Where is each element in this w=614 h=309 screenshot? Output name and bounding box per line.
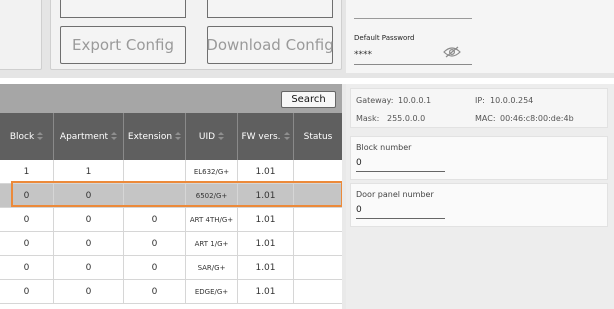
- cell-fw-version: 1.01: [238, 232, 294, 256]
- gateway-label: Gateway:: [356, 96, 394, 105]
- sort-icon[interactable]: [111, 132, 118, 141]
- column-header-label: Block: [9, 131, 35, 142]
- column-header-label: Status: [303, 131, 333, 142]
- ip-label: IP:: [475, 96, 485, 105]
- cell-apartment: 0: [54, 280, 124, 304]
- cell-extension: 0: [124, 280, 186, 304]
- mask-value: 255.0.0.0: [387, 114, 426, 123]
- cell-apartment: 0: [54, 184, 124, 208]
- cell-uid: ART 4TH/G+: [186, 208, 238, 232]
- previous-field-underline: [354, 18, 472, 19]
- cell-apartment: 0: [54, 232, 124, 256]
- sort-icon[interactable]: [37, 132, 44, 141]
- download-config-label: Download Config: [206, 36, 334, 54]
- cell-uid: EDGE/G+: [186, 280, 238, 304]
- table-row[interactable]: 0 0 0 SAR/G+ 1.01: [0, 256, 342, 280]
- search-button[interactable]: Search: [281, 91, 336, 108]
- cell-fw-version: 1.01: [238, 184, 294, 208]
- cell-status: [294, 160, 342, 184]
- cell-status: [294, 256, 342, 280]
- cell-apartment: 1: [54, 160, 124, 184]
- cell-status: [294, 280, 342, 304]
- search-label: Search: [291, 94, 326, 105]
- door-panel-number-underline: [356, 218, 445, 219]
- sort-icon[interactable]: [175, 132, 182, 141]
- network-info: Gateway: 10.0.0.1 IP: 10.0.0.254 Mask: 2…: [350, 88, 608, 128]
- mac-label: MAC:: [475, 114, 496, 123]
- block-number-input[interactable]: 0: [356, 158, 362, 168]
- table-row[interactable]: 0 0 0 EDGE/G+ 1.01: [0, 280, 342, 304]
- cell-status: [294, 208, 342, 232]
- export-config-label: Export Config: [72, 36, 174, 54]
- column-header-block[interactable]: Block: [0, 113, 54, 160]
- cell-fw-version: 1.01: [238, 256, 294, 280]
- cell-extension: 0: [124, 232, 186, 256]
- cell-extension: [124, 160, 186, 184]
- cell-apartment: 0: [54, 256, 124, 280]
- block-number-underline: [356, 171, 445, 172]
- eye-icon[interactable]: [443, 46, 461, 58]
- cell-block: 0: [0, 208, 54, 232]
- toolbar-button-partial[interactable]: [60, 0, 186, 18]
- cell-fw-version: 1.01: [238, 280, 294, 304]
- column-header-label: Extension: [127, 131, 173, 142]
- default-password-underline: [354, 64, 472, 65]
- table-body: 1 1 EL632/G+ 1.01 0 0 6502/G+ 1.01 0 0 0…: [0, 160, 342, 304]
- column-header-status[interactable]: Status: [294, 113, 342, 160]
- toolbar-cell-left: [0, 0, 42, 70]
- sort-icon[interactable]: [218, 132, 225, 141]
- block-number-field: Block number 0: [350, 136, 608, 180]
- door-panel-number-input[interactable]: 0: [356, 205, 362, 215]
- table-row-selected[interactable]: 0 0 6502/G+ 1.01: [0, 184, 342, 208]
- gateway-value: 10.0.0.1: [398, 96, 432, 105]
- table-row[interactable]: 1 1 EL632/G+ 1.01: [0, 160, 342, 184]
- cell-uid: ART 1/G+: [186, 232, 238, 256]
- table-header: Block Apartment Extension UID FW vers. S…: [0, 113, 342, 160]
- cell-uid: 6502/G+: [186, 184, 238, 208]
- column-header-label: UID: [198, 131, 216, 142]
- cell-apartment: 0: [54, 208, 124, 232]
- block-number-label: Block number: [356, 143, 412, 152]
- cell-block: 0: [0, 280, 54, 304]
- column-header-label: FW vers.: [241, 131, 281, 142]
- default-password-field[interactable]: ****: [354, 50, 372, 60]
- table-row[interactable]: 0 0 0 ART 1/G+ 1.01: [0, 232, 342, 256]
- download-config-button[interactable]: Download Config: [206, 26, 334, 64]
- page: Export Config Download Config Default Pa…: [0, 0, 614, 309]
- export-config-button[interactable]: Export Config: [60, 26, 186, 64]
- cell-block: 0: [0, 256, 54, 280]
- toolbar: Export Config Download Config Default Pa…: [0, 0, 614, 78]
- column-header-extension[interactable]: Extension: [124, 113, 186, 160]
- mac-value: 00:46:c8:00:de:4b: [500, 114, 574, 123]
- column-header-label: Apartment: [59, 131, 109, 142]
- cell-fw-version: 1.01: [238, 160, 294, 184]
- table-row[interactable]: 0 0 0 ART 4TH/G+ 1.01: [0, 208, 342, 232]
- cell-block: 0: [0, 232, 54, 256]
- mask-label: Mask:: [356, 114, 380, 123]
- column-header-apartment[interactable]: Apartment: [54, 113, 124, 160]
- cell-block: 1: [0, 160, 54, 184]
- cell-status: [294, 184, 342, 208]
- column-header-uid[interactable]: UID: [186, 113, 238, 160]
- cell-extension: [124, 184, 186, 208]
- column-header-fw-version[interactable]: FW vers.: [238, 113, 294, 160]
- door-panel-number-field: Door panel number 0: [350, 183, 608, 227]
- cell-extension: 0: [124, 208, 186, 232]
- default-password-panel: Default Password ****: [346, 0, 614, 73]
- cell-fw-version: 1.01: [238, 208, 294, 232]
- cell-uid: EL632/G+: [186, 160, 238, 184]
- door-panel-number-label: Door panel number: [356, 190, 434, 199]
- sort-icon[interactable]: [283, 132, 290, 141]
- cell-extension: 0: [124, 256, 186, 280]
- cell-uid: SAR/G+: [186, 256, 238, 280]
- toolbar-button-partial-2[interactable]: [207, 0, 333, 18]
- cell-status: [294, 232, 342, 256]
- cell-block: 0: [0, 184, 54, 208]
- default-password-label: Default Password: [354, 34, 415, 42]
- ip-value: 10.0.0.254: [490, 96, 534, 105]
